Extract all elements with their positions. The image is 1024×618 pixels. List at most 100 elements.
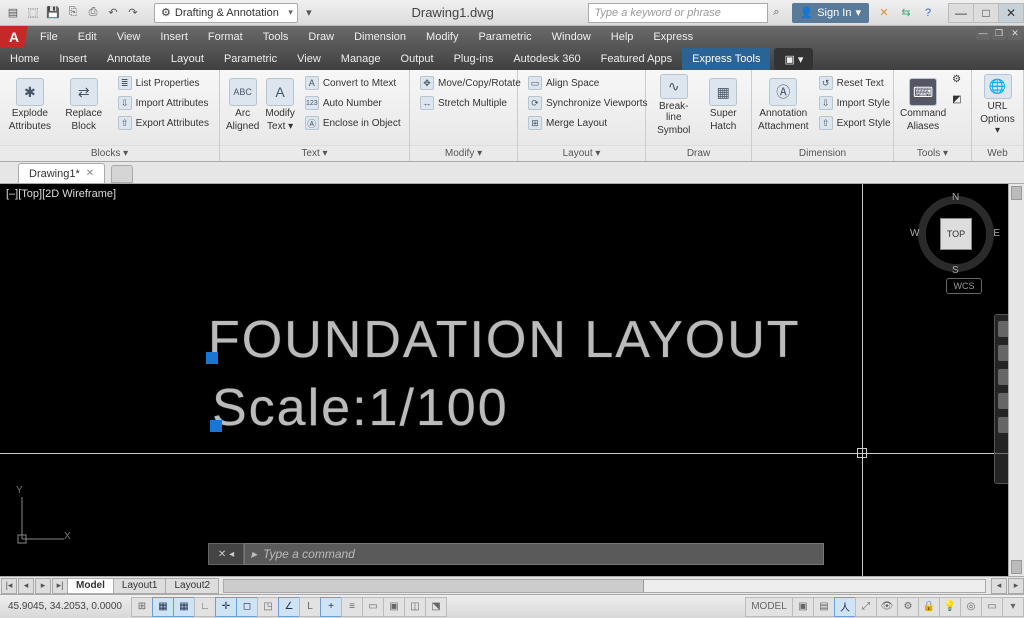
signin-button[interactable]: 👤 Sign In ▾: [792, 3, 869, 23]
wcs-badge[interactable]: WCS: [946, 278, 982, 294]
layout-tab-2[interactable]: Layout2: [165, 578, 219, 594]
auto-number-button[interactable]: 123Auto Number: [301, 94, 405, 112]
sb-sc[interactable]: ◫: [404, 597, 426, 617]
panel-title-modify[interactable]: Modify ▾: [410, 145, 517, 161]
saveas-icon[interactable]: ⎘: [64, 4, 82, 22]
layout-tab-1[interactable]: Layout1: [113, 578, 167, 594]
sb-ducs[interactable]: L: [299, 597, 321, 617]
tab-last-button[interactable]: ▸|: [52, 578, 68, 594]
viewcube-east[interactable]: E: [993, 228, 1000, 239]
new-icon[interactable]: ▤: [4, 4, 22, 22]
tab-annotate[interactable]: Annotate: [97, 48, 161, 70]
plot-icon[interactable]: ⎙: [84, 4, 102, 22]
panel-title-text[interactable]: Text ▾: [220, 145, 409, 161]
panel-title-blocks[interactable]: Blocks ▾: [0, 145, 219, 161]
undo-icon[interactable]: ↶: [104, 4, 122, 22]
new-tab-button[interactable]: [111, 165, 133, 183]
viewcube-south[interactable]: S: [952, 265, 959, 276]
vscroll-down-button[interactable]: [1011, 560, 1022, 574]
drawing-text-1[interactable]: FOUNDATION LAYOUT: [208, 310, 801, 370]
export-style-button[interactable]: ⇧Export Style: [815, 114, 895, 132]
sb-custom-button[interactable]: ▾: [1002, 597, 1024, 617]
sb-grid[interactable]: ▦: [173, 597, 195, 617]
sb-annoscale-button[interactable]: 人: [834, 597, 856, 617]
tab-manage[interactable]: Manage: [331, 48, 391, 70]
menu-format[interactable]: Format: [198, 26, 253, 48]
command-input[interactable]: ▸ Type a command: [244, 543, 824, 565]
menu-help[interactable]: Help: [601, 26, 644, 48]
viewcube-north[interactable]: N: [952, 192, 959, 203]
command-aliases-button[interactable]: ⌨CommandAliases: [900, 74, 946, 136]
menu-express[interactable]: Express: [643, 26, 703, 48]
sb-qp[interactable]: ▣: [383, 597, 405, 617]
menu-edit[interactable]: Edit: [68, 26, 107, 48]
redo-icon[interactable]: ↷: [124, 4, 142, 22]
layout-tab-model[interactable]: Model: [67, 578, 114, 594]
menu-view[interactable]: View: [107, 26, 151, 48]
app-menu-button[interactable]: A: [0, 26, 28, 48]
help-search-input[interactable]: Type a keyword or phrase: [588, 3, 768, 23]
file-tab-drawing1[interactable]: Drawing1* ✕: [18, 163, 105, 183]
tab-next-button[interactable]: ▸: [35, 578, 51, 594]
hscroll-left-button[interactable]: ◂: [991, 578, 1007, 594]
hscroll-right-button[interactable]: ▸: [1008, 578, 1024, 594]
sb-layout-nav2[interactable]: ▤: [813, 597, 835, 617]
text-grip-1[interactable]: [206, 352, 218, 364]
sb-snap[interactable]: ▦: [152, 597, 174, 617]
merge-layout-button[interactable]: ⊞Merge Layout: [524, 114, 652, 132]
text-grip-2[interactable]: [210, 420, 222, 432]
sb-layout-nav1[interactable]: ▣: [792, 597, 814, 617]
tool-extra-icon[interactable]: ⚙: [952, 74, 968, 90]
hscroll-thumb[interactable]: [224, 580, 644, 592]
sb-ws-button[interactable]: ⚙: [897, 597, 919, 617]
sb-toolbar-lock[interactable]: 🔒: [918, 597, 940, 617]
menu-parametric[interactable]: Parametric: [468, 26, 541, 48]
list-properties-button[interactable]: ≣List Properties: [114, 74, 213, 92]
open-icon[interactable]: ⿴: [24, 4, 42, 22]
viewport-label[interactable]: [–][Top][2D Wireframe]: [6, 188, 116, 200]
sb-polar[interactable]: ✛: [215, 597, 237, 617]
reset-text-button[interactable]: ↺Reset Text: [815, 74, 895, 92]
import-attributes-button[interactable]: ⇩Import Attributes: [114, 94, 213, 112]
menu-draw[interactable]: Draw: [298, 26, 344, 48]
qat-dropdown-icon[interactable]: ▾: [300, 4, 318, 22]
horizontal-scrollbar[interactable]: [223, 579, 986, 593]
tab-output[interactable]: Output: [391, 48, 444, 70]
export-attributes-button[interactable]: ⇧Export Attributes: [114, 114, 213, 132]
sb-isolate[interactable]: ◎: [960, 597, 982, 617]
help-icon[interactable]: ?: [919, 4, 937, 22]
sb-annoscale2[interactable]: ⤢: [855, 597, 877, 617]
breakline-button[interactable]: ∿Break-lineSymbol: [652, 74, 696, 136]
annotation-attach-button[interactable]: ⒶAnnotationAttachment: [758, 74, 809, 136]
panel-title-layout[interactable]: Layout ▾: [518, 145, 645, 161]
convert-mtext-button[interactable]: AConvert to Mtext: [301, 74, 405, 92]
sb-model-button[interactable]: MODEL: [745, 597, 793, 617]
sb-clean-button[interactable]: ▭: [981, 597, 1003, 617]
save-icon[interactable]: 💾: [44, 4, 62, 22]
close-tab-icon[interactable]: ✕: [86, 168, 94, 179]
sync-viewports-button[interactable]: ⟳Synchronize Viewports: [524, 94, 652, 112]
ribbon-collapse-button[interactable]: ▣ ▾: [774, 48, 813, 70]
doc-close-button[interactable]: ✕: [1008, 26, 1022, 40]
sb-lwt[interactable]: ≡: [341, 597, 363, 617]
sb-osnap[interactable]: ◻: [236, 597, 258, 617]
align-space-button[interactable]: ▭Align Space: [524, 74, 652, 92]
exchange-icon[interactable]: ✕: [875, 4, 893, 22]
workspace-select[interactable]: ⚙ Drafting & Annotation: [154, 3, 298, 23]
tab-plug-ins[interactable]: Plug-ins: [444, 48, 504, 70]
sb-annovis[interactable]: 👁: [876, 597, 898, 617]
sb-ortho[interactable]: ∟: [194, 597, 216, 617]
close-button[interactable]: ✕: [998, 3, 1024, 23]
menu-window[interactable]: Window: [542, 26, 601, 48]
menu-file[interactable]: File: [30, 26, 68, 48]
menu-modify[interactable]: Modify: [416, 26, 468, 48]
search-dropdown-icon[interactable]: ⌕: [768, 4, 786, 22]
move-copy-rotate-button[interactable]: ✥Move/Copy/Rotate: [416, 74, 525, 92]
sb-otrack[interactable]: ∠: [278, 597, 300, 617]
tab-autodesk-360[interactable]: Autodesk 360: [503, 48, 590, 70]
minimize-button[interactable]: —: [948, 3, 974, 23]
sb-infer[interactable]: ⊞: [131, 597, 153, 617]
stayconnected-icon[interactable]: ⇆: [897, 4, 915, 22]
tab-view[interactable]: View: [287, 48, 331, 70]
tab-prev-button[interactable]: ◂: [18, 578, 34, 594]
